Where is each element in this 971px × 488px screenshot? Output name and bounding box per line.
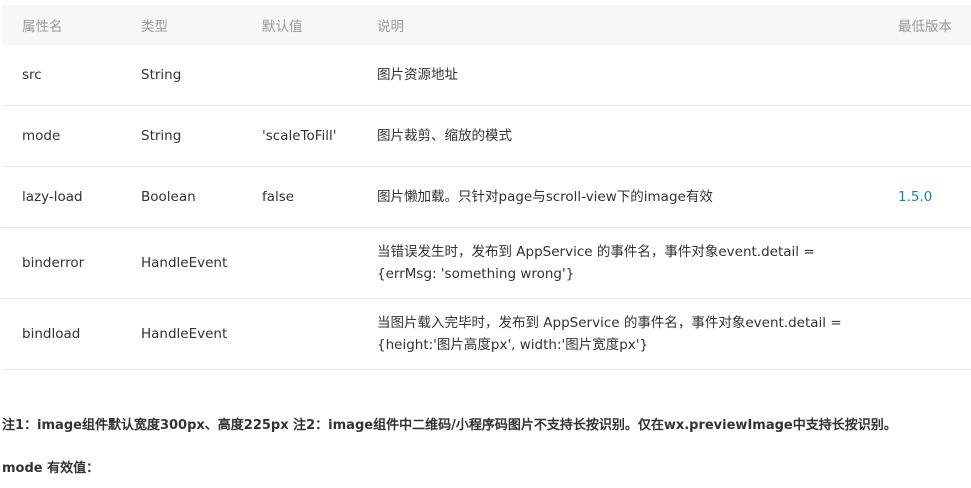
cell-type: HandleEvent [141,227,262,299]
cell-version: 1.5.0 [898,166,971,228]
table-row: binderror HandleEvent 当错误发生时，发布到 AppServ… [2,227,971,299]
cell-description: 图片懒加载。只针对page与scroll-view下的image有效 [377,166,898,228]
header-default: 默认值 [262,5,377,45]
table-header-row: 属性名 类型 默认值 说明 最低版本 [2,5,971,45]
cell-version [898,298,971,370]
cell-default [262,227,377,299]
usage-note: 注1：image组件默认宽度300px、高度225px 注2：image组件中二… [2,418,897,433]
header-type: 类型 [141,5,262,45]
description-line-2: {errMsg: 'something wrong'} [377,266,575,282]
cell-description: 当错误发生时，发布到 AppService 的事件名，事件对象event.det… [377,227,898,299]
description-line: 当错误发生时，发布到 AppService 的事件名，事件对象event.det… [377,244,815,260]
cell-name: lazy-load [2,166,141,228]
mode-values-heading: mode 有效值： [2,461,100,476]
header-name: 属性名 [2,5,141,45]
description-line: 当图片载入完毕时，发布到 AppService 的事件名，事件对象event.d… [377,315,842,331]
cell-default [262,45,377,106]
table-row: lazy-load Boolean false 图片懒加载。只针对page与sc… [2,166,971,228]
cell-name: bindload [2,298,141,370]
cell-type: Boolean [141,166,262,228]
header-description: 说明 [377,5,898,45]
cell-version [898,45,971,106]
cell-default: false [262,166,377,228]
cell-name: src [2,45,141,106]
cell-description: 当图片载入完毕时，发布到 AppService 的事件名，事件对象event.d… [377,298,898,370]
cell-type: HandleEvent [141,298,262,370]
cell-description: 图片裁剪、缩放的模式 [377,105,898,167]
table-row: src String 图片资源地址 [2,45,971,106]
cell-description: 图片资源地址 [377,45,898,106]
cell-type: String [141,45,262,106]
description-line: 图片资源地址 [377,67,458,83]
doc-page: 属性名 类型 默认值 说明 最低版本 src String 图片资源地址 mod… [0,0,971,488]
cell-name: binderror [2,227,141,299]
cell-default [262,298,377,370]
cell-default: 'scaleToFill' [262,105,377,167]
description-line-2: {height:'图片高度px', width:'图片宽度px'} [377,337,649,353]
table-row: bindload HandleEvent 当图片载入完毕时，发布到 AppSer… [2,298,971,370]
version-link[interactable]: 1.5.0 [898,189,932,205]
description-line: 图片裁剪、缩放的模式 [377,128,512,144]
cell-name: mode [2,105,141,167]
cell-version [898,227,971,299]
attributes-table: 属性名 类型 默认值 说明 最低版本 src String 图片资源地址 mod… [2,5,971,370]
description-line: 图片懒加载。只针对page与scroll-view下的image有效 [377,189,713,205]
cell-type: String [141,105,262,167]
header-version: 最低版本 [898,5,971,45]
cell-version [898,105,971,167]
table-row: mode String 'scaleToFill' 图片裁剪、缩放的模式 [2,105,971,167]
